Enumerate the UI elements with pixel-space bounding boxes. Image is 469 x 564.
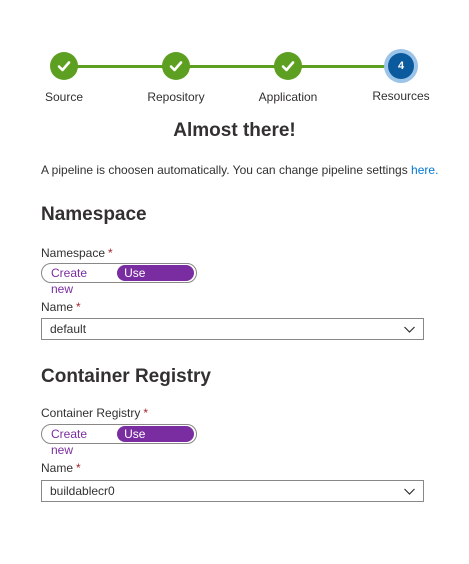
required-mark: *: [76, 461, 81, 475]
step-complete-circle: [50, 52, 78, 80]
registry-mode-label: Container Registry *: [41, 406, 148, 420]
chevron-down-icon: [404, 326, 415, 333]
step-label: Application: [258, 90, 318, 104]
required-mark: *: [76, 300, 81, 314]
namespace-mode-label: Namespace *: [41, 246, 113, 260]
create-new-option[interactable]: Create new: [44, 426, 117, 457]
step-current-circle: 4: [388, 53, 414, 79]
step-application[interactable]: Application: [243, 50, 333, 104]
page-title: Almost there!: [173, 120, 296, 141]
selected-value: default: [50, 322, 87, 336]
selected-value: buildablecr0: [50, 484, 115, 498]
step-label: Source: [44, 90, 84, 104]
use-existing-option[interactable]: Use existing: [117, 265, 194, 296]
step-source[interactable]: Source: [19, 50, 109, 104]
use-existing-option[interactable]: Use existing: [117, 426, 194, 457]
namespace-name-label: Name *: [41, 300, 81, 314]
step-connector: [64, 65, 401, 68]
required-mark: *: [108, 246, 113, 260]
namespace-name-dropdown[interactable]: default: [41, 318, 424, 340]
label-text: Container Registry: [41, 406, 141, 420]
info-text: A pipeline is choosen automatically. You…: [41, 162, 441, 178]
step-resources[interactable]: 4 Resources: [356, 50, 446, 103]
label-text: Name: [41, 461, 74, 475]
registry-mode-toggle: Create new Use existing: [41, 424, 197, 457]
container-registry-heading: Container Registry: [41, 366, 211, 387]
step-complete-circle: [162, 52, 190, 80]
step-repository[interactable]: Repository: [131, 50, 221, 104]
required-mark: *: [143, 406, 149, 420]
label-text: Name: [41, 300, 74, 314]
label-text: Namespace: [41, 246, 106, 260]
namespace-heading: Namespace: [41, 204, 147, 225]
registry-name-dropdown[interactable]: buildablecr0: [41, 480, 424, 502]
checkmark-icon: [281, 61, 295, 72]
step-label: Repository: [147, 90, 205, 104]
checkmark-icon: [57, 61, 71, 72]
chevron-down-icon: [404, 488, 415, 495]
wizard-stepper: Source Repository Application 4 Resource…: [0, 50, 469, 120]
step-label: Resources: [372, 89, 430, 103]
namespace-mode-toggle: Create new Use existing: [41, 263, 197, 296]
registry-name-label: Name *: [41, 461, 81, 475]
step-complete-circle: [274, 52, 302, 80]
checkmark-icon: [169, 61, 183, 72]
create-new-option[interactable]: Create new: [44, 265, 117, 296]
info-message: A pipeline is choosen automatically. You…: [41, 163, 408, 177]
pipeline-settings-link[interactable]: here.: [411, 163, 438, 177]
